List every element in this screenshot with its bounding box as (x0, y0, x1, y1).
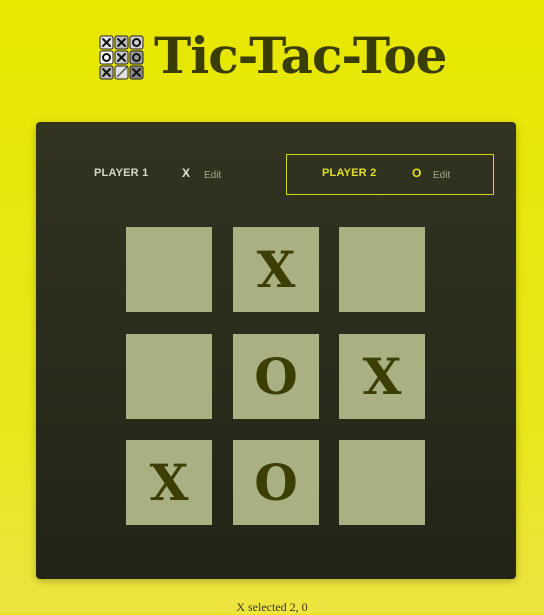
tic-tac-toe-logo-icon (99, 35, 144, 80)
board-cell-0-1[interactable]: X (233, 227, 319, 312)
player-1-edit-button[interactable]: Edit (204, 170, 221, 181)
player-2-card: PLAYER 2 O Edit (286, 154, 494, 195)
player-1-name: PLAYER 1 (94, 167, 149, 179)
status-log: X selected 2, 0 (236, 600, 308, 614)
player-bar: PLAYER 1 X Edit PLAYER 2 O Edit (36, 154, 516, 196)
board-cell-1-0[interactable] (126, 334, 212, 419)
header: Tic-Tac-Toe (0, 26, 544, 86)
game-panel: PLAYER 1 X Edit PLAYER 2 O Edit X O X X … (36, 122, 516, 579)
board-cell-1-1[interactable]: O (233, 334, 319, 419)
board-cell-1-2[interactable]: X (339, 334, 425, 419)
board-cell-0-2[interactable] (339, 227, 425, 312)
player-2-name: PLAYER 2 (322, 167, 377, 179)
player-1-card: PLAYER 1 X Edit (80, 154, 286, 194)
game-board: X O X X O (126, 227, 426, 527)
board-cell-2-1[interactable]: O (233, 440, 319, 525)
board-cell-2-2[interactable] (339, 440, 425, 525)
player-1-symbol: X (182, 166, 191, 180)
page-title: Tic-Tac-Toe (154, 26, 447, 85)
player-2-edit-button[interactable]: Edit (433, 170, 450, 181)
player-2-symbol: O (412, 166, 422, 180)
board-cell-2-0[interactable]: X (126, 440, 212, 525)
board-cell-0-0[interactable] (126, 227, 212, 312)
